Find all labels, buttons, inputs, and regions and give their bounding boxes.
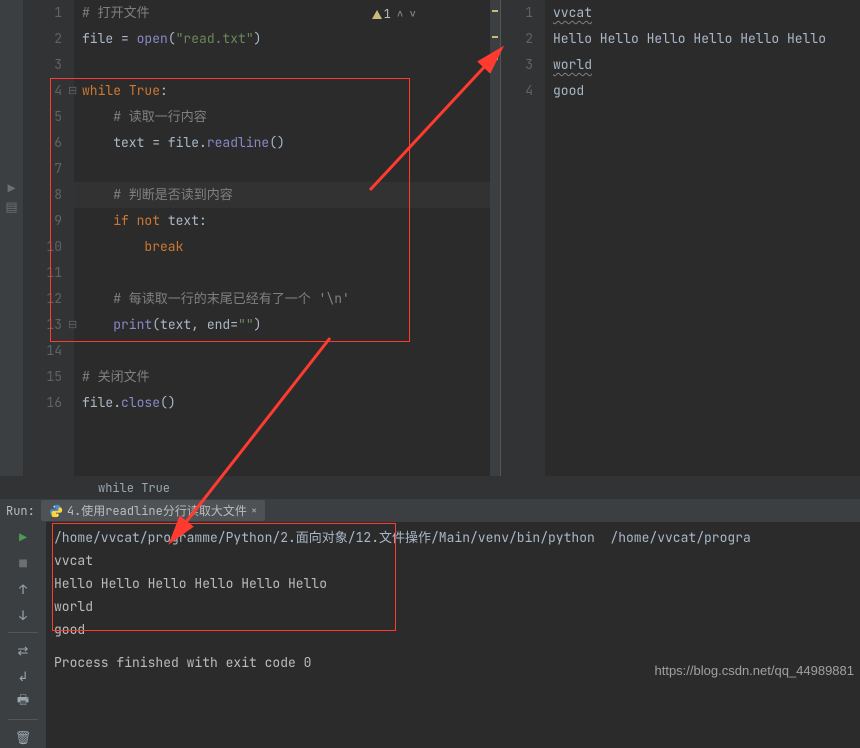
warning-icon xyxy=(372,10,382,19)
close-tab-icon[interactable]: × xyxy=(251,504,258,518)
rerun-button[interactable]: ▶ xyxy=(12,526,34,548)
code-line xyxy=(74,52,500,78)
inspection-badge[interactable]: 1 ∧ ∨ xyxy=(372,6,416,22)
code-line: break xyxy=(74,234,500,260)
console-line: vvcat xyxy=(54,549,860,572)
code-line: # 判断是否读到内容 xyxy=(74,182,500,208)
run-tab-label: 4.使用readline分行读取大文件 xyxy=(67,502,247,519)
code-line: while True: xyxy=(74,78,500,104)
code-line xyxy=(74,338,500,364)
structure-side-icon[interactable]: ▤ xyxy=(4,198,20,214)
code-line: # 关闭文件 xyxy=(74,364,500,390)
text-preview[interactable]: 1234 vvcat Hello Hello Hello Hello Hello… xyxy=(500,0,860,476)
left-tool-column: ▶ ▤ xyxy=(0,0,24,476)
run-panel: Run: 4.使用readline分行读取大文件 × ▶ ■ ↑ ↓ ⇄ ↲ 🖶… xyxy=(0,498,860,748)
watermark: https://blog.csdn.net/qq_44989881 xyxy=(655,663,855,678)
code-line xyxy=(74,156,500,182)
breadcrumb[interactable]: while True xyxy=(0,476,860,498)
preview-line: world xyxy=(545,52,860,78)
run-side-icon[interactable]: ▶ xyxy=(4,180,20,196)
layout-button[interactable]: ⇄ xyxy=(12,639,34,661)
print-button[interactable]: 🖶 xyxy=(12,691,34,713)
code-line: # 打开文件 xyxy=(74,0,500,26)
code-line: print(text, end="") xyxy=(74,312,500,338)
code-line: if not text: xyxy=(74,208,500,234)
code-line: file = open("read.txt") xyxy=(74,26,500,52)
code-line: file.close() xyxy=(74,390,500,416)
scrollbar[interactable] xyxy=(490,0,500,476)
preview-line: Hello Hello Hello Hello Hello Hello xyxy=(545,26,860,52)
code-editor[interactable]: 1 ∧ ∨ 12345678910111213141516 ⊟ ⊟ # 打开文件… xyxy=(24,0,500,476)
code-line xyxy=(74,260,500,286)
preview-line: vvcat xyxy=(545,0,860,26)
chevron-down-icon[interactable]: ∨ xyxy=(409,7,416,21)
code-body[interactable]: ⊟ ⊟ # 打开文件 file = open("read.txt") while… xyxy=(74,0,500,476)
fold-start-icon[interactable]: ⊟ xyxy=(68,84,77,98)
up-button[interactable]: ↑ xyxy=(12,578,34,600)
code-line: # 每读取一行的末尾已经有了一个 '\n' xyxy=(74,286,500,312)
console-line: world xyxy=(54,595,860,618)
code-line: # 读取一行内容 xyxy=(74,104,500,130)
console-line: good xyxy=(54,618,860,641)
fold-end-icon[interactable]: ⊟ xyxy=(68,318,77,332)
run-tab[interactable]: 4.使用readline分行读取大文件 × xyxy=(41,500,266,521)
code-line: text = file.readline() xyxy=(74,130,500,156)
warning-count: 1 xyxy=(384,6,391,22)
chevron-up-icon[interactable]: ∧ xyxy=(397,7,404,21)
run-panel-label: Run: xyxy=(6,503,35,519)
console-command: /home/vvcat/programme/Python/2.面向对象/12.文… xyxy=(54,526,860,549)
stop-button[interactable]: ■ xyxy=(12,552,34,574)
preview-line: good xyxy=(545,78,860,104)
down-button[interactable]: ↓ xyxy=(12,604,34,626)
python-icon xyxy=(49,504,63,518)
run-toolbar: ▶ ■ ↑ ↓ ⇄ ↲ 🖶 🗑 xyxy=(0,522,46,748)
console-line: Hello Hello Hello Hello Hello Hello xyxy=(54,572,860,595)
line-gutter: 12345678910111213141516 xyxy=(24,0,74,476)
preview-gutter: 1234 xyxy=(501,0,545,476)
trash-button[interactable]: 🗑 xyxy=(12,726,34,748)
console-output[interactable]: /home/vvcat/programme/Python/2.面向对象/12.文… xyxy=(46,522,860,748)
